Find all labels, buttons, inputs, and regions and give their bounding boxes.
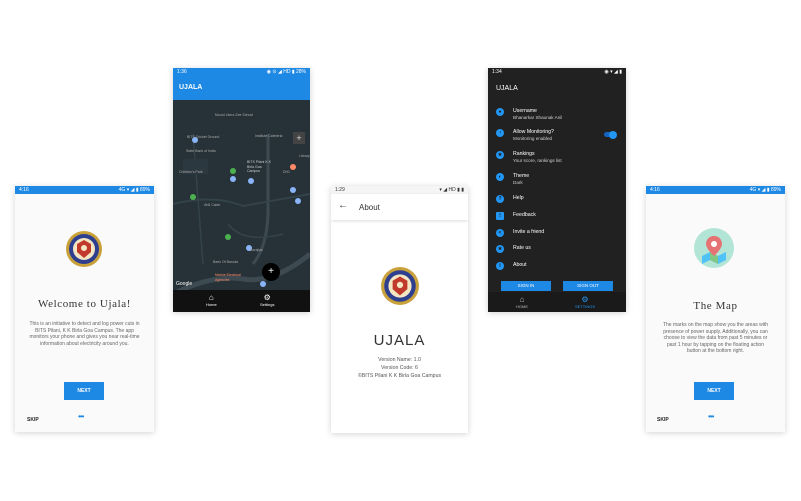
map-label-bob: Bank Of Baroda	[213, 260, 238, 264]
setting-title: Rankings	[513, 151, 535, 157]
home-icon: ⌂	[208, 293, 214, 302]
add-fab-button[interactable]: +	[262, 263, 280, 281]
settings-app-title: UJALA	[496, 85, 518, 92]
svg-text:+: +	[296, 133, 301, 143]
nav-home[interactable]: ⌂ Home	[206, 293, 217, 307]
monitoring-toggle[interactable]	[604, 130, 617, 139]
help-icon: ?	[496, 195, 504, 203]
map-label-hostel: Ah8 Cabin	[204, 203, 221, 207]
google-logo: Google	[176, 281, 193, 287]
feedback-icon: !	[496, 212, 504, 220]
setting-title: Feedback	[513, 212, 536, 218]
setting-sub: Monitoring enabled	[513, 136, 553, 141]
version-code: Version Code: 6	[381, 365, 418, 371]
gear-icon: ⚙	[263, 293, 271, 302]
setting-title: Invite a friend	[513, 229, 545, 235]
about-app-bar: ← About	[331, 194, 468, 220]
page-indicator: •••	[708, 412, 714, 421]
status-bar: 1:34 ◉ ▾ ◢ ▮	[488, 68, 626, 76]
nav-settings-label: Settings	[260, 302, 275, 307]
gear-icon: ⚙	[581, 295, 589, 304]
theme-icon: ◐	[496, 173, 504, 181]
back-arrow-icon[interactable]: ←	[338, 200, 348, 211]
map-label-medical: Marine Electrical Agencies	[215, 273, 241, 282]
map-label-cafe: Institute Cafeteria	[255, 134, 283, 138]
home-icon: ⌂	[519, 295, 525, 304]
the-map-body: The marks on the map show you the areas …	[662, 322, 769, 355]
map-label-library: Library	[299, 154, 310, 158]
status-bar: 4:16 4G ▾ ◢ ▮ 89%	[15, 186, 154, 194]
nav-settings-label: SETTINGS	[575, 304, 596, 309]
status-icons: 4G ▾ ◢ ▮ 89%	[749, 187, 781, 193]
status-bar: 1:36 ◉ ⊙ ◢ HD ▮ 28%	[173, 68, 310, 76]
nav-home-label: Home	[206, 302, 217, 307]
map-pin-icon	[694, 228, 734, 268]
setting-sub: Dark	[513, 180, 523, 185]
ujala-logo-icon	[66, 231, 102, 267]
status-icons: ◉ ▾ ◢ ▮	[604, 69, 622, 75]
map-label-school: Mount Litera Zee School	[215, 113, 254, 117]
copyright-text: ©BITS Pilani K K Birla Goa Campus	[357, 373, 442, 379]
sign-out-button[interactable]: SIGN OUT	[563, 281, 613, 291]
monitor-icon: ◔	[496, 129, 504, 137]
user-icon: ●	[496, 108, 504, 116]
settings-screen: 1:34 ◉ ▾ ◢ ▮ UJALA ● Username Bhanarkar S…	[488, 68, 626, 312]
sign-in-button[interactable]: SIGN IN	[501, 281, 551, 291]
setting-sub: Bhanarkar Shaunak Anil	[513, 115, 563, 120]
status-bar: 1:29 ▾ ◢ HD ▮ ▮	[331, 186, 468, 194]
status-time: 1:29	[335, 187, 345, 193]
next-button[interactable]: NEXT	[694, 382, 734, 400]
next-button[interactable]: NEXT	[64, 382, 104, 400]
setting-title: About	[513, 262, 527, 268]
status-time: 1:36	[177, 69, 187, 75]
info-icon: i	[496, 262, 504, 270]
map-label-sbi: State Bank of India	[186, 149, 216, 153]
about-screen: 1:29 ▾ ◢ HD ▮ ▮ ← About UJALA Version Na…	[331, 186, 468, 433]
version-name: Version Name: 1.0	[378, 357, 421, 363]
welcome-screen: 4:16 4G ▾ ◢ ▮ 89% Welcome to Ujala! This…	[15, 186, 154, 432]
map-label-bits: BITS Pilani K K Birla Goa Campus	[247, 160, 271, 173]
setting-title: Help	[513, 195, 524, 201]
status-time: 1:34	[492, 69, 502, 75]
map-label-dh: DH1	[283, 170, 291, 174]
rankings-icon: ★	[496, 151, 504, 159]
page-indicator: •••	[78, 412, 84, 421]
map-label-barajoao: Barajiao	[250, 248, 263, 252]
bottom-nav: ⌂ Home ⚙ Settings	[173, 290, 310, 312]
status-icons: ◉ ⊙ ◢ HD ▮ 28%	[266, 69, 306, 75]
nav-settings[interactable]: ⚙ Settings	[260, 293, 274, 307]
share-icon: <	[496, 229, 504, 237]
status-bar: 4:16 4G ▾ ◢ ▮ 89%	[646, 186, 785, 194]
setting-title: Theme	[513, 173, 530, 179]
skip-button[interactable]: SKIP	[657, 417, 669, 423]
the-map-screen: 4:16 4G ▾ ◢ ▮ 89% The Map The marks on t…	[646, 186, 785, 432]
skip-button[interactable]: SKIP	[27, 417, 39, 423]
about-app-name: UJALA	[373, 332, 426, 349]
status-icons: 4G ▾ ◢ ▮ 89%	[118, 187, 150, 193]
nav-home-label: HOME	[516, 304, 528, 309]
setting-sub: Your score, rankings list	[513, 158, 562, 163]
welcome-body: This is an initiative to detect and log …	[29, 321, 140, 347]
ujala-logo-icon	[381, 267, 419, 305]
about-bar-title: About	[359, 203, 380, 212]
status-icons: ▾ ◢ HD ▮ ▮	[439, 187, 464, 193]
star-icon: ★	[496, 245, 504, 253]
nav-home[interactable]: ⌂ HOME	[516, 295, 528, 309]
app-bar-title: UJALA	[173, 76, 310, 100]
bottom-nav: ⌂ HOME ⚙ SETTINGS	[488, 292, 626, 312]
setting-title: Username	[513, 108, 537, 114]
status-time: 4:16	[19, 187, 29, 193]
nav-settings[interactable]: ⚙ SETTINGS	[575, 295, 595, 309]
setting-title: Allow Monitoring?	[513, 129, 554, 135]
status-time: 4:16	[650, 187, 660, 193]
map-label-childrens: Children's Park	[179, 170, 203, 174]
setting-title: Rate us	[513, 245, 531, 251]
the-map-title: The Map	[693, 300, 738, 312]
welcome-title: Welcome to Ujala!	[37, 298, 131, 310]
map-screen: 1:36 ◉ ⊙ ◢ HD ▮ 28% UJALA + Mount Litera…	[173, 68, 310, 312]
map-label-cricket: BITS Cricket Ground	[187, 135, 220, 139]
